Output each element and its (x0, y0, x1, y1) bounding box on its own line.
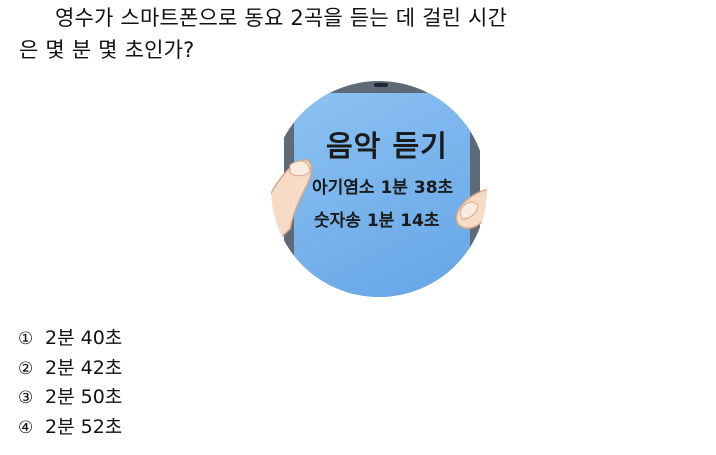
choice-4-number: ④ (18, 417, 34, 438)
choice-4-text: 2분 52초 (45, 415, 123, 438)
choice-3-text: 2분 50초 (45, 386, 123, 408)
choice-3[interactable]: ③ 2분 50초 (18, 383, 122, 413)
phone-screen-title: 음악 듣기 (326, 129, 448, 163)
choice-4[interactable]: ④ 2분 52초 (18, 413, 122, 443)
choice-3-number: ③ (18, 388, 34, 408)
question-text: 영수가 스마트폰으로 동요 2곡을 듣는 데 걸린 시간 은 몇 분 몇 초인가… (19, 2, 579, 66)
question-line-1: 영수가 스마트폰으로 동요 2곡을 듣는 데 걸린 시간 (55, 6, 508, 30)
choice-2[interactable]: ② 2분 42초 (18, 354, 122, 384)
choice-1[interactable]: ① 2분 40초 (18, 324, 122, 354)
phone-song-1: 아기염소 1분 38초 (312, 178, 454, 198)
choice-1-number: ① (18, 329, 34, 349)
phone-speaker (374, 83, 388, 87)
left-thumbnail (289, 160, 311, 177)
answer-choices: ① 2분 40초 ② 2분 42초 ③ 2분 50초 ④ 2분 52초 (18, 324, 122, 442)
choice-2-number: ② (18, 358, 34, 379)
phone-illustration: 음악 듣기 아기염소 1분 38초 숫자송 1분 14초 (268, 79, 490, 297)
choice-1-text: 2분 40초 (45, 327, 123, 349)
phone-song-2: 숫자송 1분 14초 (314, 211, 440, 231)
choice-2-text: 2분 42초 (45, 356, 123, 379)
question-line-2: 은 몇 분 몇 초인가? (19, 38, 195, 62)
